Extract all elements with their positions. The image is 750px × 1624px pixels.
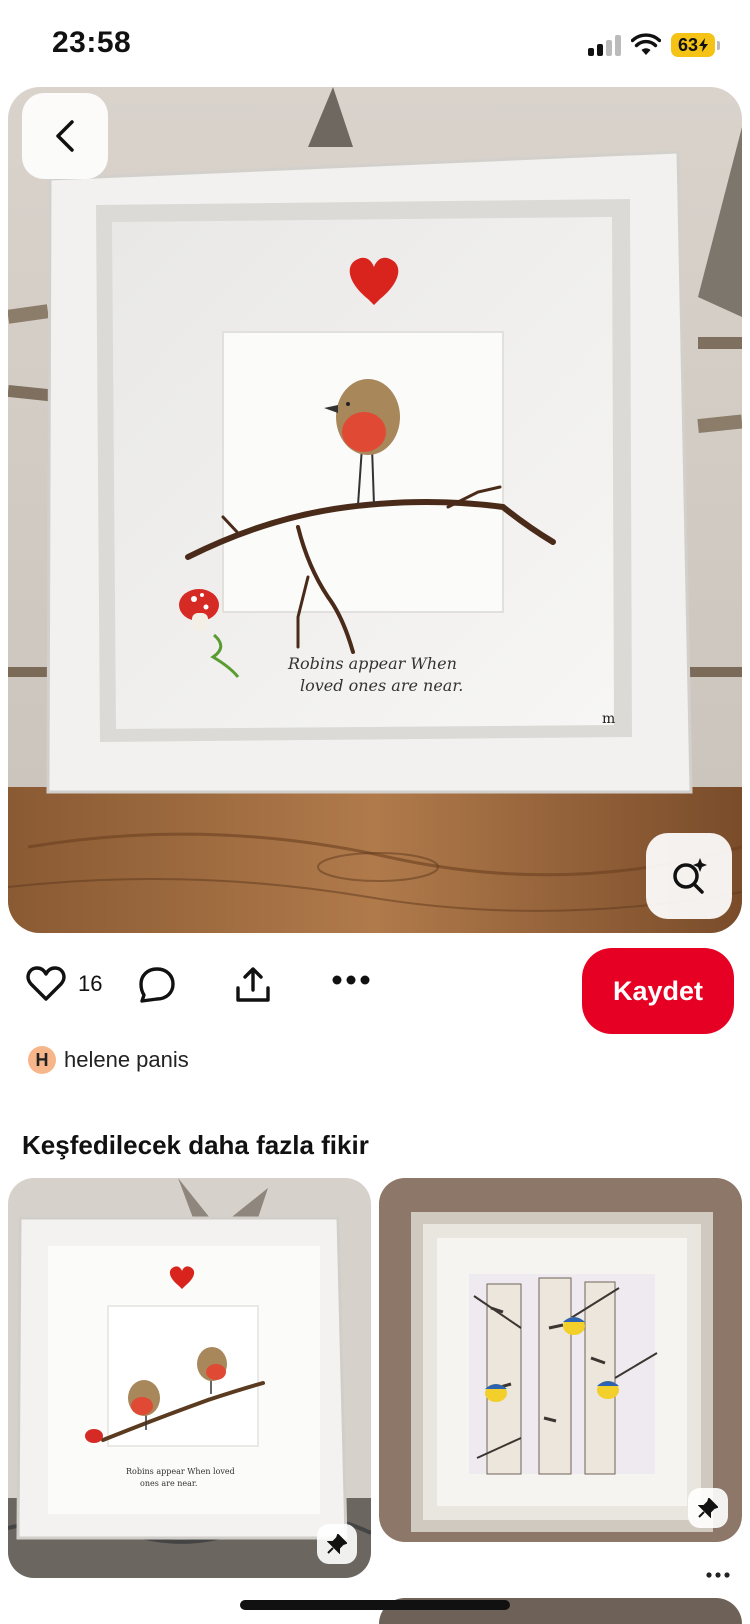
svg-text:m: m: [602, 711, 615, 727]
more-options-button[interactable]: [332, 974, 370, 986]
comment-icon: [139, 967, 175, 1003]
avatar[interactable]: H: [28, 1046, 56, 1074]
status-time: 23:58: [52, 26, 132, 59]
creator-name[interactable]: helene panis: [64, 1047, 189, 1073]
pin-action-bar: 16 Kaydet: [0, 948, 750, 1034]
more-ideas-title: Keşfedilecek daha fazla fikir: [22, 1130, 369, 1160]
back-button[interactable]: [22, 93, 108, 179]
pushpin-icon: [698, 1498, 718, 1518]
visual-search-button[interactable]: [646, 833, 732, 919]
comment-button[interactable]: [138, 966, 176, 1004]
battery-level: 63: [677, 34, 699, 55]
share-button[interactable]: [234, 966, 272, 1004]
pin-hero-image[interactable]: Robins appear When loved ones are near. …: [8, 87, 742, 933]
chevron-left-icon: [56, 120, 74, 152]
signal-icon: [588, 34, 621, 56]
pin-1-caption-line-2: ones are near.: [140, 1479, 197, 1488]
pin-2-save-badge[interactable]: [688, 1488, 728, 1528]
status-icons: 63: [588, 30, 720, 60]
creator-row[interactable]: H helene panis: [28, 1046, 189, 1074]
wifi-icon: [631, 33, 661, 55]
pin-2-more-options[interactable]: [706, 1555, 730, 1586]
save-button[interactable]: Kaydet: [582, 948, 734, 1034]
pin-detail-screen: 23:58 63 Robins appear When loved ones a…: [0, 0, 750, 1624]
like-count: 16: [78, 971, 103, 996]
hero-caption-line-2: loved ones are near.: [300, 676, 463, 695]
pushpin-icon: [327, 1534, 347, 1554]
status-bar: 23:58 63: [0, 0, 750, 88]
heart-icon: [26, 966, 66, 1001]
more-icon: [706, 1572, 730, 1578]
pin-1-save-badge[interactable]: [317, 1524, 357, 1564]
like-button[interactable]: 16: [26, 966, 102, 1002]
hero-caption-line-1: Robins appear When: [287, 654, 457, 673]
visual-search-icon: [673, 858, 707, 894]
more-icon: [332, 975, 370, 985]
home-indicator[interactable]: [240, 1600, 510, 1610]
related-pin-bluetits[interactable]: [379, 1178, 742, 1542]
share-icon: [236, 967, 270, 1002]
related-pin-robins[interactable]: Robins appear When loved ones are near.: [8, 1178, 371, 1578]
pin-1-caption-line-1: Robins appear When loved: [126, 1467, 235, 1476]
battery-charging-icon: 63: [671, 33, 720, 57]
